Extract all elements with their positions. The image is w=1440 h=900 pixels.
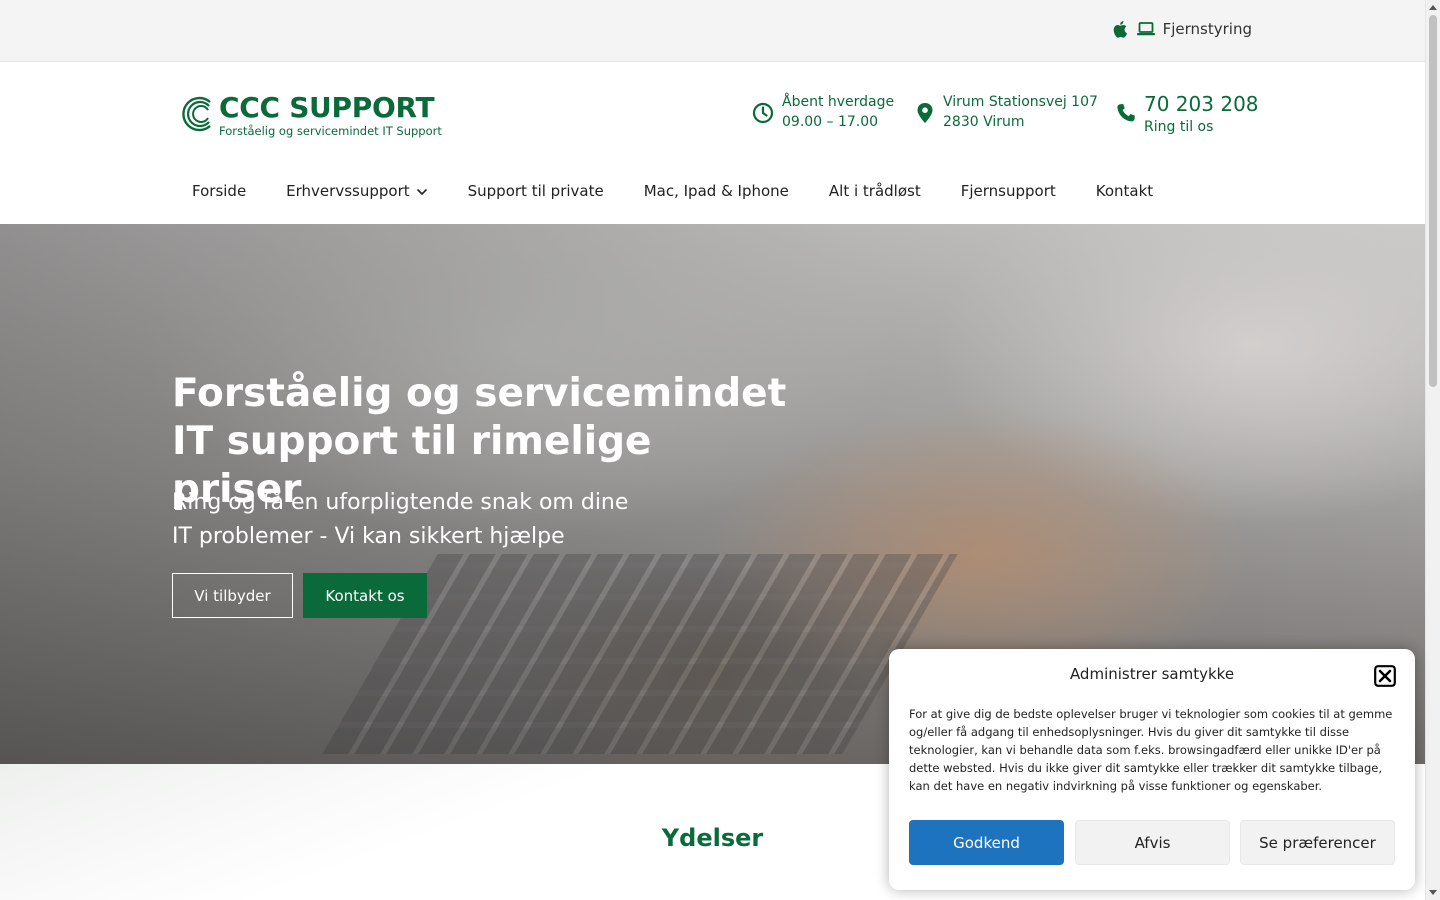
chevron-down-icon (416, 182, 428, 200)
remote-control-link[interactable]: Fjernstyring (1113, 20, 1252, 38)
logo-name: CCC SUPPORT (219, 91, 435, 124)
nav-item-mac-ipad-iphone[interactable]: Mac, Ipad & Iphone (624, 170, 809, 212)
deny-button[interactable]: Afvis (1075, 820, 1230, 865)
hours-title: Åbent hverdage (782, 94, 895, 110)
phone-icon (1116, 103, 1136, 129)
phone-caption: Ring til os (1144, 119, 1214, 135)
nav-item-label: Kontakt (1095, 182, 1154, 200)
nav-item-support-til-private[interactable]: Support til private (448, 170, 624, 212)
phone-number[interactable]: 70 203 208 (1144, 92, 1259, 116)
top-bar: Fjernstyring (0, 0, 1425, 62)
nav-item-kontakt[interactable]: Kontakt (1076, 170, 1173, 212)
nav-item-label: Forside (192, 182, 247, 200)
hero-sub-line1: Ring og få en uforpligtende snak om dine (172, 490, 629, 515)
scroll-up-arrow-icon[interactable] (1429, 5, 1437, 10)
hero-sub-line2: IT problemer - Vi kan sikkert hjælpe (172, 524, 565, 549)
kontakt-os-button[interactable]: Kontakt os (303, 573, 427, 618)
consent-body: For at give dig de bedste oplevelser bru… (909, 707, 1393, 793)
hero-subheading: Ring og få en uforpligtende snak om dine… (172, 486, 732, 554)
site-header: CCC SUPPORT Forståelig og servicemindet … (0, 62, 1425, 224)
nav-item-fjernsupport[interactable]: Fjernsupport (941, 170, 1076, 212)
clock-icon (752, 102, 774, 130)
nav-item-label: Erhvervssupport (286, 182, 410, 200)
nav-item-label: Alt i trådløst (828, 182, 921, 200)
address-line2: 2830 Virum (943, 114, 1025, 130)
nav-item-erhvervssupport[interactable]: Erhvervssupport (266, 170, 447, 212)
laptop-icon (1136, 21, 1155, 37)
remote-control-label: Fjernstyring (1162, 20, 1252, 38)
vi-tilbyder-button[interactable]: Vi tilbyder (172, 573, 293, 618)
address: Virum Stationsvej 107 2830 Virum (915, 92, 1098, 132)
hero-heading-line1: Forståelig og servicemindet (172, 371, 787, 416)
preferences-button[interactable]: Se præferencer (1240, 820, 1395, 865)
apple-icon (1113, 20, 1129, 38)
main-nav: Forside Erhvervssupport Support til priv… (172, 170, 1173, 212)
accept-button[interactable]: Godkend (909, 820, 1064, 865)
location-pin-icon (915, 102, 935, 130)
nav-item-label: Mac, Ipad & Iphone (643, 182, 789, 200)
nav-item-forside[interactable]: Forside (172, 170, 266, 212)
logo-mark-icon (180, 94, 214, 138)
close-icon[interactable] (1374, 665, 1396, 687)
scroll-down-arrow-icon[interactable] (1429, 890, 1437, 895)
address-line1: Virum Stationsvej 107 (943, 94, 1098, 110)
cookie-consent-dialog: Administrer samtykke For at give dig de … (889, 649, 1415, 890)
nav-item-alt-i-tradlost[interactable]: Alt i trådløst (809, 170, 941, 212)
opening-hours: Åbent hverdage 09.00 – 17.00 (752, 92, 894, 132)
hours-value: 09.00 – 17.00 (782, 114, 879, 130)
consent-title: Administrer samtykke (1069, 665, 1235, 683)
nav-item-label: Fjernsupport (960, 182, 1056, 200)
nav-item-label: Support til private (467, 182, 604, 200)
page-scrollbar[interactable] (1425, 0, 1440, 900)
logo-tagline: Forståelig og servicemindet IT Support (219, 124, 442, 138)
scrollbar-thumb[interactable] (1429, 15, 1437, 387)
site-logo[interactable]: CCC SUPPORT Forståelig og servicemindet … (180, 92, 442, 138)
phone-contact[interactable]: 70 203 208 Ring til os (1116, 92, 1259, 138)
